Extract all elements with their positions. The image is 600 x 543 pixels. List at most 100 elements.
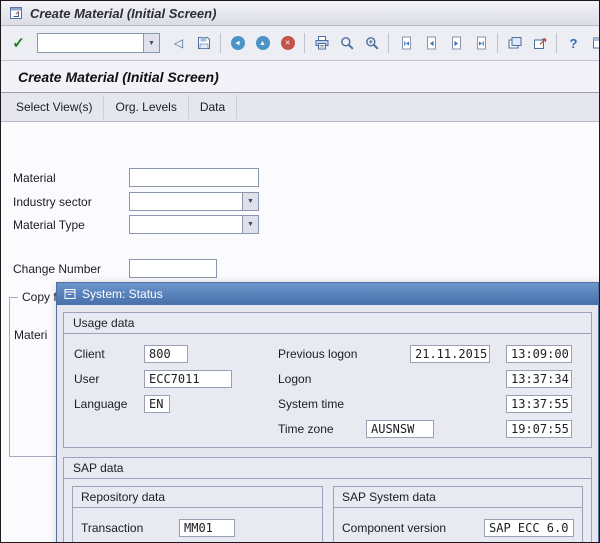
logon-time-field: 13:37:34: [506, 369, 572, 388]
change-number-input[interactable]: [129, 259, 217, 278]
new-session-icon: [507, 35, 523, 51]
language-label: Language: [74, 396, 128, 411]
user-row: User ECC7011: [74, 366, 264, 391]
time-zone-time-field: 19:07:55: [506, 419, 572, 438]
previous-page-button[interactable]: [419, 31, 442, 55]
next-page-button[interactable]: [444, 31, 467, 55]
dialog-title: System: Status: [82, 287, 163, 301]
customize-icon: [591, 35, 599, 51]
select-views-button[interactable]: Select View(s): [5, 95, 105, 119]
window-title: Create Material (Initial Screen): [30, 5, 217, 21]
cancel-icon: ✕: [280, 36, 295, 50]
previous-page-icon: [423, 35, 439, 51]
language-row: Language EN: [74, 391, 264, 416]
transaction-label: Transaction: [81, 520, 144, 535]
industry-sector-combobox: ▼: [129, 192, 259, 211]
usage-left-column: Client 800 User ECC7011 Language EN: [74, 341, 264, 441]
material-type-input[interactable]: [129, 215, 243, 234]
chevron-down-icon: ▼: [247, 221, 254, 228]
dialog-titlebar[interactable]: System: Status: [57, 283, 598, 305]
component-version-row: Component version SAP ECC 6.0: [342, 515, 574, 540]
print-button[interactable]: [310, 31, 333, 55]
industry-sector-dropdown-button[interactable]: ▼: [243, 192, 259, 211]
new-session-button[interactable]: [503, 31, 526, 55]
save-button[interactable]: [192, 31, 215, 55]
time-zone-value-field: AUSNSW: [366, 419, 434, 438]
last-page-button[interactable]: [469, 31, 492, 55]
previous-logon-date-field: 21.11.2015: [410, 344, 490, 363]
toolbar-separator: [497, 33, 498, 53]
org-levels-button[interactable]: Org. Levels: [104, 95, 189, 119]
print-icon: [314, 35, 330, 51]
material-row: Material: [13, 168, 259, 187]
toolbar-separator: [220, 33, 221, 53]
repository-data-group: Repository data Transaction MM01 Program…: [72, 486, 323, 542]
previous-logon-time-field: 13:09:00: [506, 344, 572, 363]
language-value-field: EN: [144, 394, 170, 413]
find-icon: [339, 35, 355, 51]
material-label: Material: [13, 170, 56, 185]
enter-button[interactable]: ✓: [7, 31, 30, 55]
component-version-value-field: SAP ECC 6.0: [484, 518, 574, 537]
system-time-field: 13:37:55: [506, 394, 572, 413]
change-number-label: Change Number: [13, 261, 102, 276]
industry-sector-input[interactable]: [129, 192, 243, 211]
material-type-row: Material Type ▼: [13, 215, 259, 234]
usage-right-column: Previous logon 21.11.2015 13:09:00 Logon…: [264, 341, 581, 441]
time-zone-label: Time zone: [278, 421, 334, 436]
sap-data-title: SAP data: [64, 458, 591, 479]
previous-logon-row: Previous logon 21.11.2015 13:09:00: [278, 341, 581, 366]
toolbar-separator: [304, 33, 305, 53]
find-button[interactable]: [335, 31, 358, 55]
create-shortcut-icon: [532, 35, 548, 51]
previous-logon-label: Previous logon: [278, 346, 358, 361]
industry-sector-label: Industry sector: [13, 194, 92, 209]
usage-data-body: Client 800 User ECC7011 Language EN Prev…: [64, 334, 591, 447]
material-input[interactable]: [129, 168, 259, 187]
time-zone-row: Time zone AUSNSW 19:07:55: [278, 416, 581, 441]
dialog-body: Usage data Client 800 User ECC7011 Langu…: [57, 305, 598, 542]
help-button[interactable]: ?: [562, 31, 585, 55]
component-version-label: Component version: [342, 520, 447, 535]
back-button[interactable]: ◄: [226, 31, 249, 55]
sap-data-group: SAP data Repository data Transaction MM0…: [63, 457, 592, 542]
cancel-button[interactable]: ✕: [276, 31, 299, 55]
find-next-icon: [364, 35, 380, 51]
find-next-button[interactable]: [360, 31, 383, 55]
copy-from-group-label: Copy f: [18, 290, 61, 304]
logon-row: Logon 13:37:34: [278, 366, 581, 391]
system-time-row: System time 13:37:55: [278, 391, 581, 416]
sap-data-body: Repository data Transaction MM01 Program…: [64, 479, 591, 542]
chevron-down-icon: ▼: [247, 198, 254, 205]
data-button[interactable]: Data: [189, 95, 238, 119]
create-shortcut-button[interactable]: [528, 31, 551, 55]
copy-from-material-label: Materi: [14, 328, 48, 342]
command-input[interactable]: [37, 33, 143, 53]
exit-button[interactable]: ▲: [251, 31, 274, 55]
command-dropdown-button[interactable]: ▼: [143, 33, 160, 53]
usage-data-group: Usage data Client 800 User ECC7011 Langu…: [63, 312, 592, 448]
transaction-value-field: MM01: [179, 518, 235, 537]
application-toolbar: Select View(s) Org. Levels Data: [1, 93, 599, 122]
change-number-row: Change Number: [13, 259, 217, 278]
exit-icon: ▲: [255, 36, 270, 50]
repository-data-title: Repository data: [73, 487, 322, 508]
first-page-icon: [398, 35, 414, 51]
chevron-down-icon: ▼: [148, 39, 155, 47]
material-type-dropdown-button[interactable]: ▼: [243, 215, 259, 234]
system-time-label: System time: [278, 396, 345, 411]
transaction-row: Transaction MM01: [81, 515, 314, 540]
page-title: Create Material (Initial Screen): [18, 68, 219, 85]
logon-label: Logon: [278, 371, 312, 386]
save-icon: [196, 35, 212, 51]
collapse-button[interactable]: ◁: [167, 31, 190, 55]
sap-system-data-group: SAP System data Component version SAP EC…: [333, 486, 583, 542]
customize-button[interactable]: [587, 31, 599, 55]
sap-screen-icon: [9, 6, 23, 20]
first-page-button[interactable]: [394, 31, 417, 55]
command-field: ▼: [37, 33, 160, 53]
last-page-icon: [473, 35, 489, 51]
client-row: Client 800: [74, 341, 264, 366]
next-page-icon: [448, 35, 464, 51]
industry-sector-row: Industry sector ▼: [13, 192, 259, 211]
